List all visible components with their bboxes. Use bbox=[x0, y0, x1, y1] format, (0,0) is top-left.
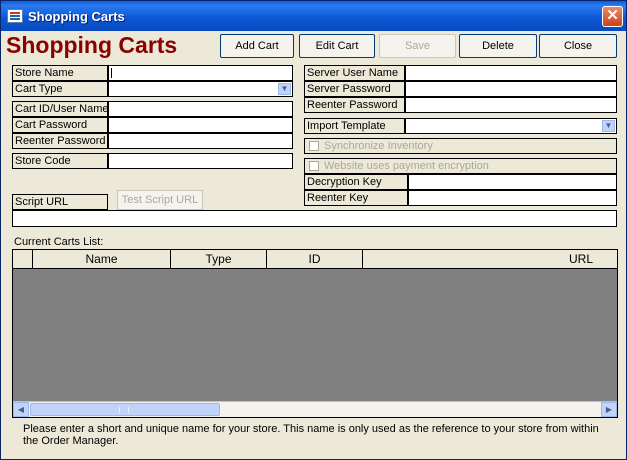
delete-button[interactable]: Delete bbox=[459, 34, 537, 58]
scroll-thumb[interactable] bbox=[30, 403, 220, 416]
website-encryption-checkbox[interactable] bbox=[309, 161, 319, 171]
column-header-type[interactable]: Type bbox=[171, 250, 267, 269]
row-selector-header[interactable] bbox=[13, 250, 33, 269]
shopping-carts-window: Shopping Carts ✕ Shopping Carts Add Cart… bbox=[0, 0, 627, 460]
access-form-icon bbox=[7, 9, 23, 23]
column-header-url[interactable]: URL bbox=[363, 250, 617, 269]
script-url-field[interactable] bbox=[12, 210, 617, 227]
scroll-right-icon[interactable]: ▶ bbox=[601, 402, 617, 417]
chevron-down-icon[interactable]: ▼ bbox=[278, 83, 291, 95]
cart-id-field[interactable] bbox=[108, 101, 293, 117]
decryption-key-label: Decryption Key bbox=[304, 174, 408, 190]
server-user-name-label: Server User Name bbox=[304, 65, 405, 81]
synchronize-inventory-checkbox-row[interactable]: Synchronize Inventory bbox=[304, 138, 617, 154]
edit-cart-button[interactable]: Edit Cart bbox=[299, 34, 375, 58]
reenter-key-label: Reenter Key bbox=[304, 190, 408, 206]
reenter-password-field[interactable] bbox=[108, 133, 293, 149]
cart-type-select[interactable]: ▼ bbox=[108, 81, 293, 97]
save-button[interactable]: Save bbox=[379, 34, 456, 58]
window-close-button[interactable]: ✕ bbox=[602, 6, 623, 27]
reenter-key-field[interactable] bbox=[408, 190, 617, 206]
server-password-field[interactable] bbox=[405, 81, 617, 97]
chevron-down-icon[interactable]: ▼ bbox=[602, 120, 615, 132]
scroll-left-icon[interactable]: ◀ bbox=[13, 402, 29, 417]
import-template-select[interactable]: ▼ bbox=[405, 118, 617, 134]
website-encryption-label: Website uses payment encryption bbox=[324, 160, 489, 172]
cart-type-label: Cart Type bbox=[12, 81, 108, 97]
test-script-url-button[interactable]: Test Script URL bbox=[117, 190, 203, 210]
text-caret bbox=[111, 68, 112, 78]
cart-password-field[interactable] bbox=[108, 117, 293, 133]
store-code-field[interactable] bbox=[108, 153, 293, 169]
carts-list-caption: Current Carts List: bbox=[14, 236, 104, 248]
synchronize-inventory-label: Synchronize Inventory bbox=[324, 140, 433, 152]
synchronize-inventory-checkbox[interactable] bbox=[309, 141, 319, 151]
window-title: Shopping Carts bbox=[28, 9, 125, 24]
help-text: Please enter a short and unique name for… bbox=[23, 423, 599, 447]
server-user-name-field[interactable] bbox=[405, 65, 617, 81]
decryption-key-field[interactable] bbox=[408, 174, 617, 190]
close-button[interactable]: Close bbox=[539, 34, 617, 58]
grid-header: Name Type ID URL bbox=[13, 250, 617, 269]
add-cart-button[interactable]: Add Cart bbox=[220, 34, 294, 58]
script-url-label: Script URL bbox=[12, 194, 108, 210]
import-template-label: Import Template bbox=[304, 118, 405, 134]
server-password-label: Server Password bbox=[304, 81, 405, 97]
store-name-field[interactable] bbox=[108, 65, 293, 81]
title-bar[interactable]: Shopping Carts ✕ bbox=[1, 1, 626, 31]
cart-password-label: Cart Password bbox=[12, 117, 108, 133]
page-title: Shopping Carts bbox=[6, 32, 178, 58]
server-reenter-password-label: Reenter Password bbox=[304, 97, 405, 113]
store-name-label: Store Name bbox=[12, 65, 108, 81]
cart-id-label: Cart ID/User Name bbox=[12, 101, 109, 117]
column-header-name[interactable]: Name bbox=[33, 250, 171, 269]
carts-list-grid[interactable]: Name Type ID URL ◀ ▶ bbox=[12, 249, 618, 418]
website-encryption-checkbox-row[interactable]: Website uses payment encryption bbox=[304, 158, 617, 174]
store-code-label: Store Code bbox=[12, 153, 108, 169]
column-header-id[interactable]: ID bbox=[267, 250, 363, 269]
server-reenter-password-field[interactable] bbox=[405, 97, 617, 113]
horizontal-scrollbar[interactable]: ◀ ▶ bbox=[13, 401, 617, 417]
reenter-password-label: Reenter Password bbox=[12, 133, 108, 149]
